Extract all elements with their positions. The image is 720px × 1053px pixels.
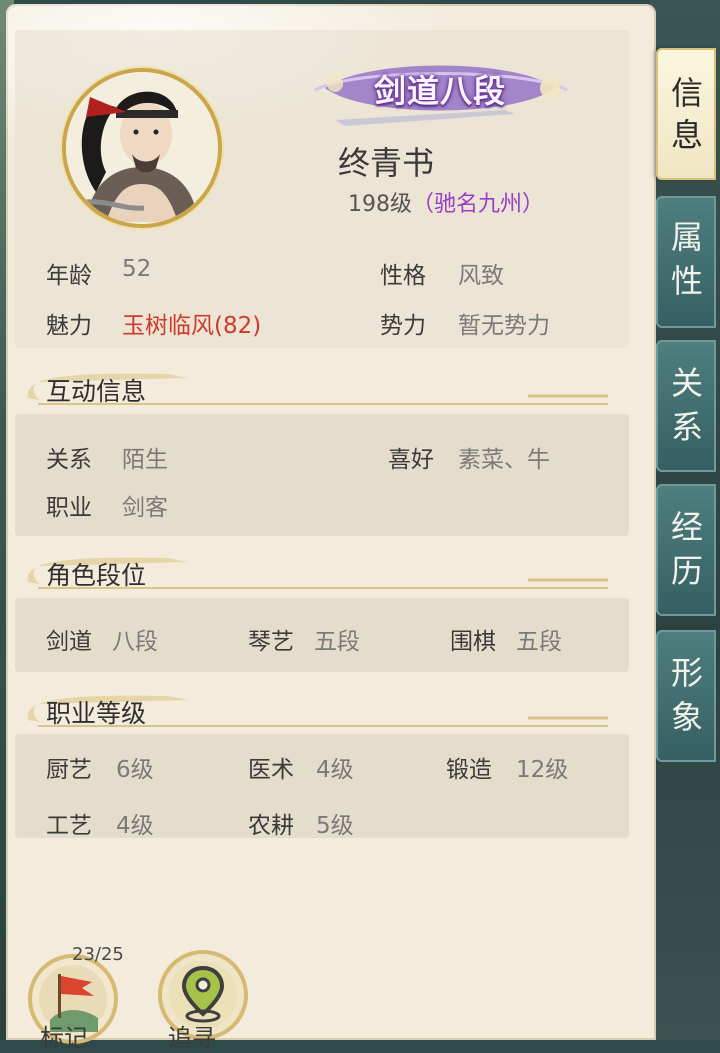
job-level-label: 厨艺 (46, 757, 92, 783)
rank-badge-text: 剑道八段 (373, 72, 506, 110)
hobby-label: 喜好 (388, 447, 434, 473)
relation-value: 陌生 (122, 447, 168, 473)
charm-value: 玉树临风(82) (122, 313, 262, 339)
job-value: 剑客 (122, 495, 168, 521)
interaction-section (15, 414, 629, 536)
rank-section-title: 角色段位 (18, 552, 638, 592)
faction-value: 暂无势力 (458, 313, 550, 339)
rank-badge: 剑道八段 (305, 48, 575, 134)
tab-attributes-char2: 性 (670, 262, 703, 300)
interaction-section-title: 互动信息 (18, 368, 638, 408)
tab-info[interactable]: 信 息 (656, 48, 716, 180)
job-section-title: 职业等级 (18, 690, 638, 730)
job-level-label: 农耕 (248, 813, 294, 839)
tab-history-char2: 历 (670, 552, 703, 590)
tab-history-char1: 经 (670, 508, 703, 546)
mark-label: 标记 (40, 1024, 88, 1052)
rank-item-value: 八段 (112, 629, 158, 655)
job-level-label: 工艺 (46, 813, 92, 839)
rank-item-label: 琴艺 (248, 629, 294, 655)
tab-history[interactable]: 经 历 (656, 484, 716, 616)
job-level-label: 锻造 (446, 757, 492, 783)
rank-item-value: 五段 (314, 629, 360, 655)
job-level-value: 4级 (316, 757, 354, 783)
tab-info-char1: 信 (670, 74, 703, 112)
relation-label: 关系 (46, 447, 92, 473)
job-level-value: 6级 (116, 757, 154, 783)
job-title-text: 职业等级 (46, 699, 147, 728)
rank-item-value: 五段 (516, 629, 562, 655)
tab-relations-char1: 关 (670, 364, 703, 402)
rank-title-text: 角色段位 (46, 561, 147, 590)
personality-label: 性格 (380, 263, 426, 289)
rank-item-label: 围棋 (450, 629, 496, 655)
character-name: 终青书 (338, 144, 435, 182)
tab-relations-char2: 系 (670, 408, 703, 446)
character-level: 198级（驰名九州） (348, 186, 544, 218)
personality-value: 风致 (458, 263, 504, 289)
age-value: 52 (122, 256, 152, 282)
portrait-image (66, 72, 218, 224)
track-label: 追寻 (168, 1024, 216, 1052)
fame-title: （驰名九州） (412, 192, 545, 217)
mark-counter: 23/25 (72, 944, 124, 965)
job-level-value: 4级 (116, 813, 154, 839)
job-level-value: 12级 (516, 757, 569, 783)
job-level-value: 5级 (316, 813, 354, 839)
character-portrait (62, 68, 222, 228)
interaction-title-text: 互动信息 (46, 377, 147, 406)
faction-label: 势力 (380, 313, 426, 339)
age-label: 年龄 (46, 263, 92, 289)
tab-relations[interactable]: 关 系 (656, 340, 716, 472)
job-level-label: 医术 (248, 757, 294, 783)
tab-attributes-char1: 属 (670, 218, 703, 256)
tab-appearance[interactable]: 形 象 (656, 630, 716, 762)
tab-info-char2: 息 (670, 116, 703, 154)
tab-attributes[interactable]: 属 性 (656, 196, 716, 328)
tab-appearance-char2: 象 (670, 698, 703, 736)
job-label: 职业 (46, 495, 92, 521)
rank-item-label: 剑道 (46, 629, 92, 655)
charm-label: 魅力 (46, 313, 92, 339)
hobby-value: 素菜、牛 (458, 447, 550, 473)
level-value: 198级 (348, 192, 412, 217)
tab-appearance-char1: 形 (670, 654, 703, 692)
